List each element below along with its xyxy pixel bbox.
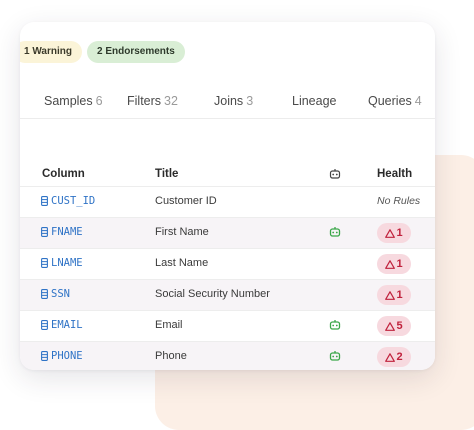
column-name: LNAME [51,257,83,269]
health-cell: 1 [377,254,411,274]
column-name-link[interactable]: CUST_ID [41,195,95,207]
column-icon [41,351,48,361]
health-cell: 2 [377,347,411,367]
column-name: SSN [51,288,70,300]
tab-queries[interactable]: Queries 4 [368,94,422,108]
column-title: First Name [155,226,209,238]
health-count: 2 [396,351,403,363]
tab-samples[interactable]: Samples 6 [44,94,103,108]
column-name-link[interactable]: FNAME [41,226,83,238]
table-row[interactable]: CUST_ID Customer ID No Rules [20,186,435,217]
column-name-link[interactable]: LNAME [41,257,83,269]
tab-label: Samples [44,94,93,108]
health-badge[interactable]: 2 [377,347,411,367]
table-row[interactable]: SSN Social Security Number 1 [20,279,435,310]
warning-triangle-icon [385,290,396,300]
tabs-divider [20,118,435,119]
warning-triangle-icon [385,259,396,269]
table-row[interactable]: FNAME First Name 1 [20,217,435,248]
header-health[interactable]: Health [377,168,412,180]
health-cell: 5 [377,316,411,336]
tab-label: Joins [214,94,244,108]
column-icon [41,196,48,206]
health-cell: 1 [377,285,411,305]
column-title: Customer ID [155,195,217,207]
table-row[interactable]: PHONE Phone 2 [20,341,435,370]
endorsements-badge[interactable]: 2 Endorsements [87,41,185,63]
tab-count: 3 [246,94,254,108]
health-count: 1 [396,227,403,239]
robot-icon [329,168,341,180]
column-title: Social Security Number [155,288,270,300]
table-row[interactable]: EMAIL Email 5 [20,310,435,341]
column-name: EMAIL [51,319,83,331]
header-column[interactable]: Column [42,168,85,180]
health-badge[interactable]: 1 [377,223,411,243]
tab-label: Filters [127,94,162,108]
column-name: PHONE [51,350,83,362]
tab-filters[interactable]: Filters 32 [127,94,178,108]
column-icon [41,258,48,268]
column-name-link[interactable]: EMAIL [41,319,83,331]
tab-bar: Samples 6 Filters 32 Joins 3 Lineage Querie… [20,88,435,118]
health-cell: 1 [377,223,411,243]
column-title: Last Name [155,257,209,269]
robot-icon [329,319,341,331]
tab-count: 4 [414,94,422,108]
tab-label: Lineage [292,94,337,108]
health-count: 1 [396,258,403,270]
robot-icon [329,226,341,238]
table-row[interactable]: LNAME Last Name 1 [20,248,435,279]
tab-joins[interactable]: Joins 3 [214,94,253,108]
column-title: Phone [155,350,187,362]
health-count: 1 [396,289,403,301]
table-header: Column Title Health [20,162,435,186]
header-title[interactable]: Title [155,168,178,180]
robot-icon [329,350,341,362]
warning-triangle-icon [385,352,396,362]
column-icon [41,227,48,237]
data-card: 1 Warning 2 Endorsements Samples 6 Filter… [20,22,435,370]
column-name-link[interactable]: PHONE [41,350,83,362]
health-no-rules: No Rules [377,195,421,207]
warning-badge[interactable]: 1 Warning [20,41,82,63]
badge-bar: 1 Warning 2 Endorsements [20,41,435,63]
tab-label: Queries [368,94,412,108]
tab-count: 6 [95,94,103,108]
warning-triangle-icon [385,228,396,238]
column-name: CUST_ID [51,195,96,207]
health-badge[interactable]: 5 [377,316,411,336]
health-badge[interactable]: 1 [377,254,411,274]
tab-count: 32 [164,94,178,108]
column-title: Email [155,319,183,331]
column-name-link[interactable]: SSN [41,288,70,300]
warning-triangle-icon [385,321,396,331]
column-icon [41,320,48,330]
tab-lineage[interactable]: Lineage [292,94,337,108]
health-badge[interactable]: 1 [377,285,411,305]
column-icon [41,289,48,299]
health-count: 5 [396,320,403,332]
column-name: FNAME [51,226,83,238]
columns-table: Column Title Health CUST_ID Customer ID No… [20,162,435,370]
